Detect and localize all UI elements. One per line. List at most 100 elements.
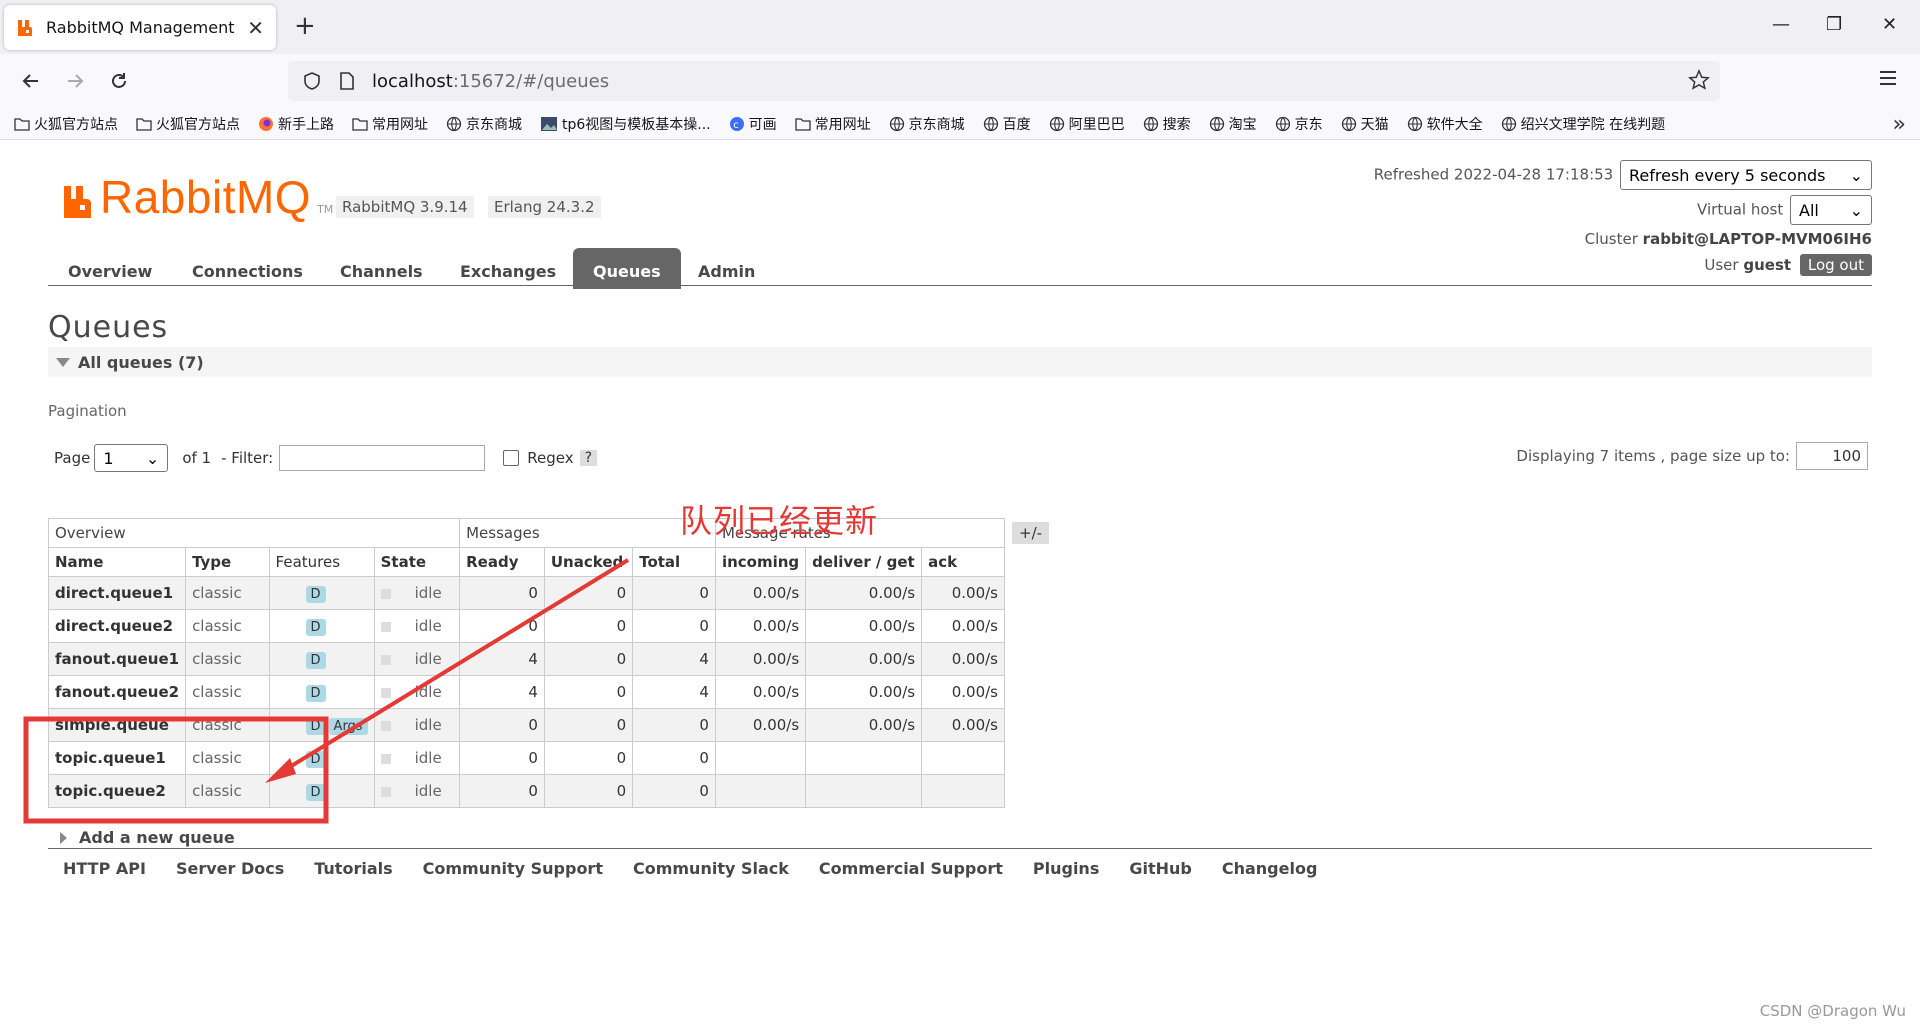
bookmark-item[interactable]: 天猫 [1341, 114, 1389, 134]
page-select[interactable]: 1 ⌄ [94, 444, 169, 472]
new-tab-button[interactable]: + [294, 12, 316, 40]
tab-exchanges[interactable]: Exchanges [440, 254, 576, 289]
add-queue-toggle[interactable]: Add a new queue [60, 828, 235, 847]
reload-icon[interactable] [104, 66, 134, 96]
rabbitmq-logo[interactable]: RabbitMQ TM [62, 174, 333, 220]
all-queues-toggle[interactable]: All queues (7) [48, 347, 1872, 377]
chevron-down-icon: ⌄ [145, 448, 160, 468]
regex-label: Regex [527, 449, 574, 467]
browser-navbar: localhost:15672/#/queues [0, 54, 1920, 108]
bookmark-item[interactable]: 绍兴文理学院 在线判题 [1501, 114, 1665, 134]
bookmark-item[interactable]: 火狐官方站点 [14, 114, 118, 134]
col-name[interactable]: Name [47, 547, 187, 577]
hamburger-menu-icon[interactable] [1878, 68, 1898, 88]
bookmark-item[interactable]: 京东商城 [889, 114, 965, 134]
bookmark-item[interactable]: 新手上路 [258, 114, 334, 134]
bookmark-star-icon[interactable] [1688, 69, 1710, 91]
minimize-icon[interactable]: — [1772, 14, 1790, 35]
bookmark-item[interactable]: 淘宝 [1209, 114, 1257, 134]
tab-close-icon[interactable]: ✕ [247, 16, 264, 40]
footer-link[interactable]: Server Docs [161, 859, 296, 878]
bookmark-label: 新手上路 [278, 116, 334, 133]
bookmark-item[interactable]: 百度 [983, 114, 1031, 134]
main-nav-tabs: Overview Connections Channels Exchanges … [48, 248, 1872, 289]
browser-tab[interactable]: RabbitMQ Management ✕ [4, 5, 276, 50]
bookmark-item[interactable]: 火狐官方站点 [136, 114, 240, 134]
col-ack[interactable]: ack [921, 547, 1005, 577]
filter-input[interactable] [279, 445, 486, 471]
bookmark-item[interactable]: 软件大全 [1407, 114, 1483, 134]
tab-queues[interactable]: Queues [573, 248, 681, 289]
col-state[interactable]: State [373, 547, 461, 577]
vhost-select[interactable]: All ⌄ [1790, 195, 1872, 225]
col-type[interactable]: Type [185, 547, 270, 577]
restore-icon[interactable]: ❐ [1826, 14, 1842, 35]
col-ready[interactable]: Ready [459, 547, 545, 577]
state-dot-icon [380, 621, 391, 632]
back-icon[interactable] [16, 66, 46, 96]
bookmark-item[interactable]: 搜索 [1143, 114, 1191, 134]
bookmarks-more-icon[interactable]: » [1893, 112, 1906, 137]
footer-link[interactable]: Tutorials [299, 859, 404, 878]
state-dot-icon [380, 588, 391, 599]
regex-checkbox[interactable] [503, 450, 520, 466]
refresh-select[interactable]: Refresh every 5 seconds ⌄ [1620, 160, 1872, 190]
queue-features: D [268, 675, 375, 709]
bookmark-item[interactable]: 京东 [1275, 114, 1323, 134]
queue-name-link[interactable]: fanout.queue1 [47, 642, 187, 676]
footer-link[interactable]: Plugins [1018, 859, 1111, 878]
bookmark-item[interactable]: 阿里巴巴 [1049, 114, 1125, 134]
queue-name-link[interactable]: simple.queue [47, 708, 187, 742]
col-incoming[interactable]: incoming [714, 547, 807, 577]
queue-name-link[interactable]: direct.queue2 [47, 609, 187, 643]
address-bar[interactable]: localhost:15672/#/queues [288, 61, 1720, 101]
queue-name-link[interactable]: fanout.queue2 [47, 675, 187, 709]
col-unacked[interactable]: Unacked [543, 547, 634, 577]
rate-ack: 0.00/s [921, 576, 1005, 610]
page-size-input[interactable]: 100 [1796, 442, 1868, 470]
queue-name-link[interactable]: topic.queue2 [47, 774, 187, 808]
help-button[interactable]: ? [579, 450, 598, 466]
col-features: Features [268, 547, 375, 577]
footer-link[interactable]: GitHub [1114, 859, 1204, 878]
queue-name-link[interactable]: topic.queue1 [47, 741, 187, 775]
rate-ack [921, 774, 1005, 808]
queue-name-link[interactable]: direct.queue1 [47, 576, 187, 610]
rate-deliver-get: 0.00/s [805, 675, 923, 709]
bookmark-item[interactable]: tp6视图与模板基本操... [540, 114, 711, 134]
folder-icon [794, 117, 811, 131]
footer-link[interactable]: Community Slack [618, 859, 801, 878]
col-total[interactable]: Total [632, 547, 716, 577]
tab-overview[interactable]: Overview [48, 254, 172, 289]
rate-ack: 0.00/s [921, 708, 1005, 742]
rate-incoming: 0.00/s [714, 609, 807, 643]
bookmark-item[interactable]: 常用网址 [352, 114, 428, 134]
queue-ready: 4 [459, 642, 545, 676]
tab-connections[interactable]: Connections [172, 254, 323, 289]
col-deliver-get[interactable]: deliver / get [805, 547, 923, 577]
forward-icon[interactable] [60, 66, 90, 96]
footer-link[interactable]: Community Support [408, 859, 615, 878]
tab-admin[interactable]: Admin [678, 254, 775, 289]
page-icon [340, 72, 354, 90]
queue-unacked: 0 [543, 708, 634, 742]
bookmark-item[interactable]: c 可画 [729, 114, 777, 134]
tab-channels[interactable]: Channels [320, 254, 443, 289]
chevron-down-icon: ⌄ [1849, 200, 1863, 220]
shield-icon[interactable] [302, 71, 322, 91]
columns-toggle-button[interactable]: +/- [1012, 522, 1050, 544]
bookmark-item[interactable]: 常用网址 [794, 114, 871, 134]
bookmark-item[interactable]: 京东商城 [446, 114, 522, 134]
footer-link[interactable]: Changelog [1207, 859, 1330, 878]
globe-icon [1341, 116, 1357, 132]
footer-link[interactable]: Commercial Support [804, 859, 1015, 878]
queue-unacked: 0 [543, 741, 634, 775]
footer-link[interactable]: HTTP API [48, 859, 158, 878]
rabbitmq-logo-icon [64, 186, 91, 218]
bookmark-label: 淘宝 [1228, 116, 1257, 133]
state-dot-icon [380, 753, 391, 764]
queue-state: idle [373, 774, 461, 808]
window-close-icon[interactable]: ✕ [1882, 14, 1897, 35]
table-row: topic.queue1 classic Didle 0 0 0 [47, 741, 1005, 775]
queue-type: classic [185, 774, 270, 808]
